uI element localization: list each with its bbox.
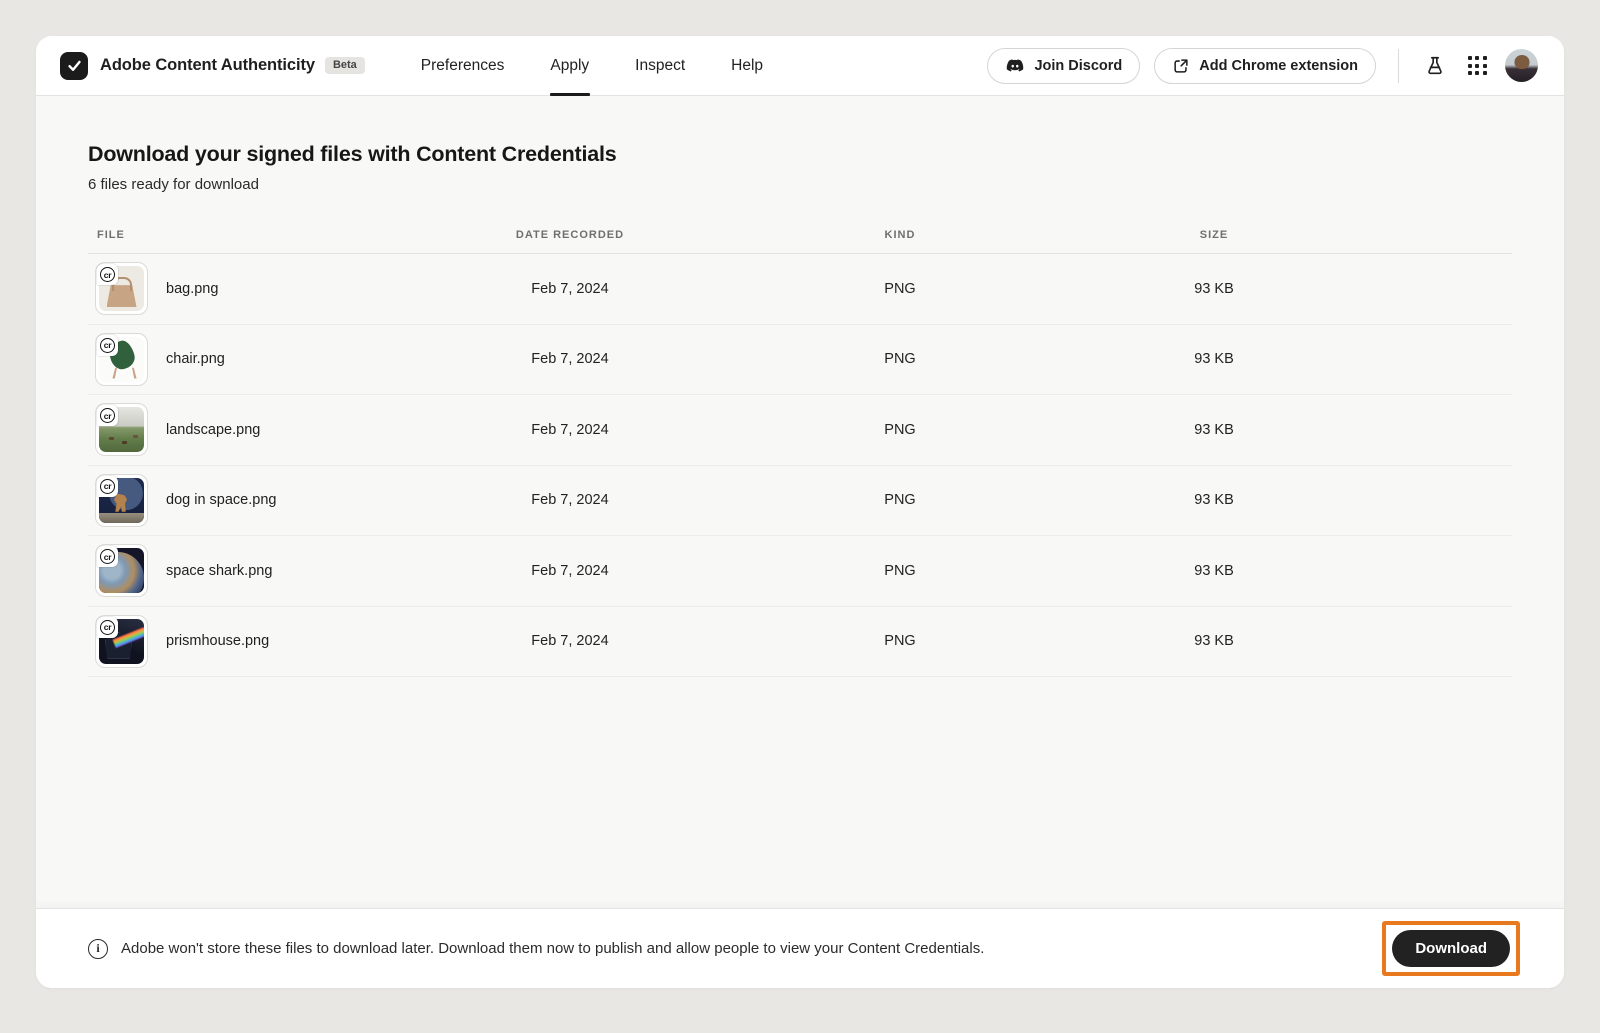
file-kind: PNG xyxy=(770,422,1030,438)
beta-badge: Beta xyxy=(325,57,365,74)
file-size: 93 KB xyxy=(1030,422,1398,438)
app-title: Adobe Content Authenticity xyxy=(100,56,315,75)
adobe-content-authenticity-logo-icon xyxy=(60,52,88,80)
cr-badge-label: cr xyxy=(100,267,115,282)
file-date: Feb 7, 2024 xyxy=(370,351,770,367)
files-ready-count: 6 files ready for download xyxy=(88,176,1512,193)
nav-item-preferences[interactable]: Preferences xyxy=(421,36,505,95)
cr-badge-label: cr xyxy=(100,620,115,635)
table-row: cr space shark.png Feb 7, 2024 PNG 93 KB xyxy=(88,536,1512,607)
column-header-kind: Kind xyxy=(770,229,1030,241)
join-discord-label: Join Discord xyxy=(1034,58,1122,74)
file-date: Feb 7, 2024 xyxy=(370,633,770,649)
content-credentials-pin-icon: cr xyxy=(97,476,118,497)
primary-nav: Preferences Apply Inspect Help xyxy=(421,36,763,95)
column-header-date-recorded: Date recorded xyxy=(370,229,770,241)
add-chrome-extension-label: Add Chrome extension xyxy=(1199,58,1358,74)
main-content: Download your signed files with Content … xyxy=(36,96,1564,908)
download-button[interactable]: Download xyxy=(1392,930,1510,967)
top-navigation-bar: Adobe Content Authenticity Beta Preferen… xyxy=(36,36,1564,96)
apps-grid-icon[interactable] xyxy=(1463,52,1491,80)
open-in-new-icon xyxy=(1172,57,1190,75)
app-window: Adobe Content Authenticity Beta Preferen… xyxy=(36,36,1564,988)
file-name: prismhouse.png xyxy=(166,633,269,649)
content-credentials-pin-icon: cr xyxy=(97,264,118,285)
cr-badge-label: cr xyxy=(100,549,115,564)
experiments-flask-icon[interactable] xyxy=(1421,52,1449,80)
storage-notice: i Adobe won't store these files to downl… xyxy=(88,939,984,959)
content-credentials-pin-icon: cr xyxy=(97,546,118,567)
table-header-row: File Date recorded Kind Size xyxy=(88,229,1512,254)
file-thumbnail: cr xyxy=(95,333,148,386)
file-name: dog in space.png xyxy=(166,492,276,508)
file-name: landscape.png xyxy=(166,422,260,438)
download-footer-bar: i Adobe won't store these files to downl… xyxy=(36,908,1564,988)
file-name: bag.png xyxy=(166,281,218,297)
user-avatar[interactable] xyxy=(1505,49,1538,82)
info-icon: i xyxy=(88,939,108,959)
file-size: 93 KB xyxy=(1030,633,1398,649)
table-row: cr chair.png Feb 7, 2024 PNG 93 KB xyxy=(88,325,1512,396)
page-title: Download your signed files with Content … xyxy=(88,142,1512,167)
content-credentials-pin-icon: cr xyxy=(97,335,118,356)
file-kind: PNG xyxy=(770,351,1030,367)
annotation-highlight-box: Download xyxy=(1382,921,1520,976)
nav-item-help[interactable]: Help xyxy=(731,36,763,95)
file-thumbnail: cr xyxy=(95,403,148,456)
cr-badge-label: cr xyxy=(100,338,115,353)
file-thumbnail: cr xyxy=(95,474,148,527)
file-date: Feb 7, 2024 xyxy=(370,281,770,297)
cr-badge-label: cr xyxy=(100,479,115,494)
storage-notice-text: Adobe won't store these files to downloa… xyxy=(121,940,984,957)
table-row: cr bag.png Feb 7, 2024 PNG 93 KB xyxy=(88,254,1512,325)
header-actions: Join Discord Add Chrome extension xyxy=(987,48,1538,84)
nav-item-inspect[interactable]: Inspect xyxy=(635,36,685,95)
file-thumbnail: cr xyxy=(95,262,148,315)
header-divider xyxy=(1398,49,1399,83)
file-thumbnail: cr xyxy=(95,615,148,668)
file-size: 93 KB xyxy=(1030,351,1398,367)
file-kind: PNG xyxy=(770,633,1030,649)
table-row: cr dog in space.png Feb 7, 2024 PNG 93 K… xyxy=(88,466,1512,537)
file-size: 93 KB xyxy=(1030,492,1398,508)
file-kind: PNG xyxy=(770,563,1030,579)
file-size: 93 KB xyxy=(1030,563,1398,579)
column-header-file: File xyxy=(88,229,370,241)
column-header-size: Size xyxy=(1030,229,1398,241)
cr-badge-label: cr xyxy=(100,408,115,423)
table-row: cr prismhouse.png Feb 7, 2024 PNG 93 KB xyxy=(88,607,1512,678)
file-name: space shark.png xyxy=(166,563,272,579)
content-credentials-pin-icon: cr xyxy=(97,405,118,426)
join-discord-button[interactable]: Join Discord xyxy=(987,48,1140,84)
file-kind: PNG xyxy=(770,492,1030,508)
file-date: Feb 7, 2024 xyxy=(370,422,770,438)
file-date: Feb 7, 2024 xyxy=(370,492,770,508)
file-thumbnail: cr xyxy=(95,544,148,597)
file-kind: PNG xyxy=(770,281,1030,297)
files-table: File Date recorded Kind Size cr bag.png … xyxy=(88,229,1512,677)
content-credentials-pin-icon: cr xyxy=(97,617,118,638)
discord-icon xyxy=(1005,56,1025,76)
file-name: chair.png xyxy=(166,351,225,367)
table-row: cr landscape.png Feb 7, 2024 PNG 93 KB xyxy=(88,395,1512,466)
file-size: 93 KB xyxy=(1030,281,1398,297)
nav-item-apply[interactable]: Apply xyxy=(550,36,589,95)
add-chrome-extension-button[interactable]: Add Chrome extension xyxy=(1154,48,1376,84)
file-date: Feb 7, 2024 xyxy=(370,563,770,579)
